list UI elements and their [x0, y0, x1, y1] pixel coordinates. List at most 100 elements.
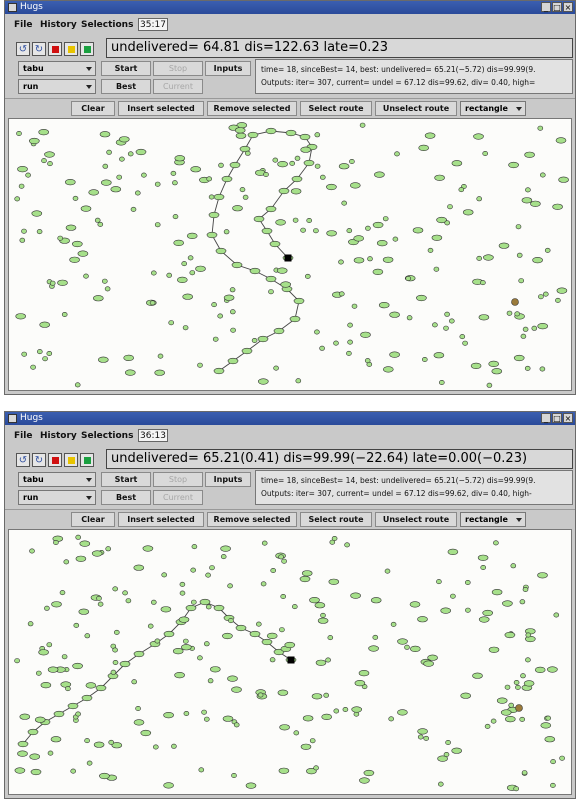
customer-node[interactable]: [544, 736, 556, 743]
customer-node[interactable]: [540, 722, 552, 729]
customer-node[interactable]: [504, 684, 511, 690]
customer-node[interactable]: [166, 272, 172, 278]
current-button[interactable]: Current: [153, 490, 203, 505]
customer-node[interactable]: [491, 368, 503, 375]
customer-node[interactable]: [190, 567, 196, 573]
customer-node[interactable]: [161, 572, 167, 578]
menu-selections[interactable]: Selections: [81, 20, 133, 30]
customer-node[interactable]: [328, 578, 340, 585]
best-button[interactable]: Best: [101, 79, 151, 94]
customer-node[interactable]: [508, 702, 515, 708]
unselect-route-button[interactable]: Unselect route: [375, 101, 457, 116]
customer-node[interactable]: [122, 590, 128, 596]
route-stop-node[interactable]: [133, 650, 145, 658]
customer-node[interactable]: [372, 221, 384, 229]
customer-node[interactable]: [15, 313, 26, 320]
customer-node[interactable]: [460, 692, 472, 699]
customer-node[interactable]: [94, 217, 101, 223]
customer-node[interactable]: [404, 644, 410, 650]
customer-node[interactable]: [502, 600, 513, 607]
route-stop-node[interactable]: [67, 702, 79, 710]
customer-node[interactable]: [228, 618, 234, 624]
customer-node[interactable]: [108, 739, 114, 745]
customer-node[interactable]: [187, 255, 194, 261]
customer-node[interactable]: [186, 232, 198, 239]
customer-node[interactable]: [191, 599, 197, 605]
customer-node[interactable]: [351, 303, 358, 309]
customer-node[interactable]: [313, 228, 319, 234]
title-bar[interactable]: Hugs _ □ ×: [5, 412, 575, 425]
customer-node[interactable]: [258, 378, 269, 385]
customer-node[interactable]: [74, 382, 81, 388]
customer-node[interactable]: [140, 729, 152, 737]
customer-node[interactable]: [34, 716, 46, 723]
customer-node[interactable]: [314, 132, 321, 138]
menu-file[interactable]: File: [14, 20, 32, 30]
redo-icon[interactable]: ↻: [32, 453, 46, 467]
customer-node[interactable]: [306, 218, 313, 224]
customer-node[interactable]: [359, 122, 366, 128]
customer-node[interactable]: [157, 353, 164, 359]
customer-node[interactable]: [112, 586, 118, 592]
customer-node[interactable]: [278, 767, 290, 774]
undo-icon[interactable]: ↺: [16, 42, 30, 56]
customer-node[interactable]: [195, 265, 206, 272]
customer-node[interactable]: [21, 228, 27, 234]
customer-node[interactable]: [482, 609, 494, 617]
customer-node[interactable]: [19, 713, 31, 720]
customer-node[interactable]: [279, 627, 285, 633]
customer-node[interactable]: [462, 340, 468, 346]
customer-node[interactable]: [315, 659, 327, 666]
customer-node[interactable]: [412, 227, 424, 234]
customer-node[interactable]: [168, 320, 174, 326]
customer-node[interactable]: [520, 673, 526, 679]
minimize-icon[interactable]: _: [541, 2, 551, 12]
customer-node[interactable]: [524, 151, 535, 158]
customer-node[interactable]: [338, 259, 344, 265]
customer-node[interactable]: [405, 276, 412, 282]
customer-node[interactable]: [476, 255, 483, 261]
customer-node[interactable]: [333, 708, 340, 714]
customer-node[interactable]: [289, 160, 296, 166]
customer-node[interactable]: [406, 315, 413, 321]
customer-node[interactable]: [277, 160, 288, 168]
customer-node[interactable]: [125, 369, 136, 376]
customer-node[interactable]: [93, 295, 104, 302]
customer-node[interactable]: [41, 158, 47, 164]
select-route-button[interactable]: Select route: [300, 512, 372, 527]
customer-node[interactable]: [51, 601, 62, 608]
customer-node[interactable]: [245, 150, 251, 156]
customer-node[interactable]: [515, 224, 522, 230]
close-icon[interactable]: ×: [563, 413, 573, 423]
customer-node[interactable]: [539, 366, 546, 372]
customer-node[interactable]: [174, 155, 186, 162]
customer-node[interactable]: [49, 280, 56, 286]
customer-node[interactable]: [179, 581, 186, 587]
customer-node[interactable]: [550, 759, 556, 765]
customer-node[interactable]: [522, 586, 529, 592]
customer-node[interactable]: [91, 550, 103, 557]
select-route-button[interactable]: Select route: [300, 101, 372, 116]
vehicle-marker[interactable]: [511, 298, 519, 306]
customer-node[interactable]: [347, 322, 353, 328]
customer-node[interactable]: [473, 133, 484, 140]
customer-node[interactable]: [28, 137, 40, 145]
customer-node[interactable]: [508, 161, 519, 169]
customer-node[interactable]: [47, 750, 54, 756]
maximize-icon[interactable]: □: [552, 2, 562, 12]
customer-node[interactable]: [75, 711, 81, 717]
customer-node[interactable]: [119, 136, 130, 143]
remove-selected-button[interactable]: Remove selected: [207, 101, 297, 116]
customer-node[interactable]: [444, 311, 450, 317]
customer-node[interactable]: [382, 256, 394, 263]
customer-node[interactable]: [432, 322, 438, 328]
customer-node[interactable]: [131, 679, 137, 685]
customer-node[interactable]: [53, 540, 59, 546]
customer-node[interactable]: [35, 670, 42, 676]
customer-node[interactable]: [86, 760, 93, 766]
customer-node[interactable]: [206, 176, 212, 182]
customer-node[interactable]: [367, 256, 373, 262]
route-stop-node[interactable]: [213, 193, 225, 201]
clear-button[interactable]: Clear: [71, 101, 115, 116]
customer-node[interactable]: [542, 291, 549, 297]
